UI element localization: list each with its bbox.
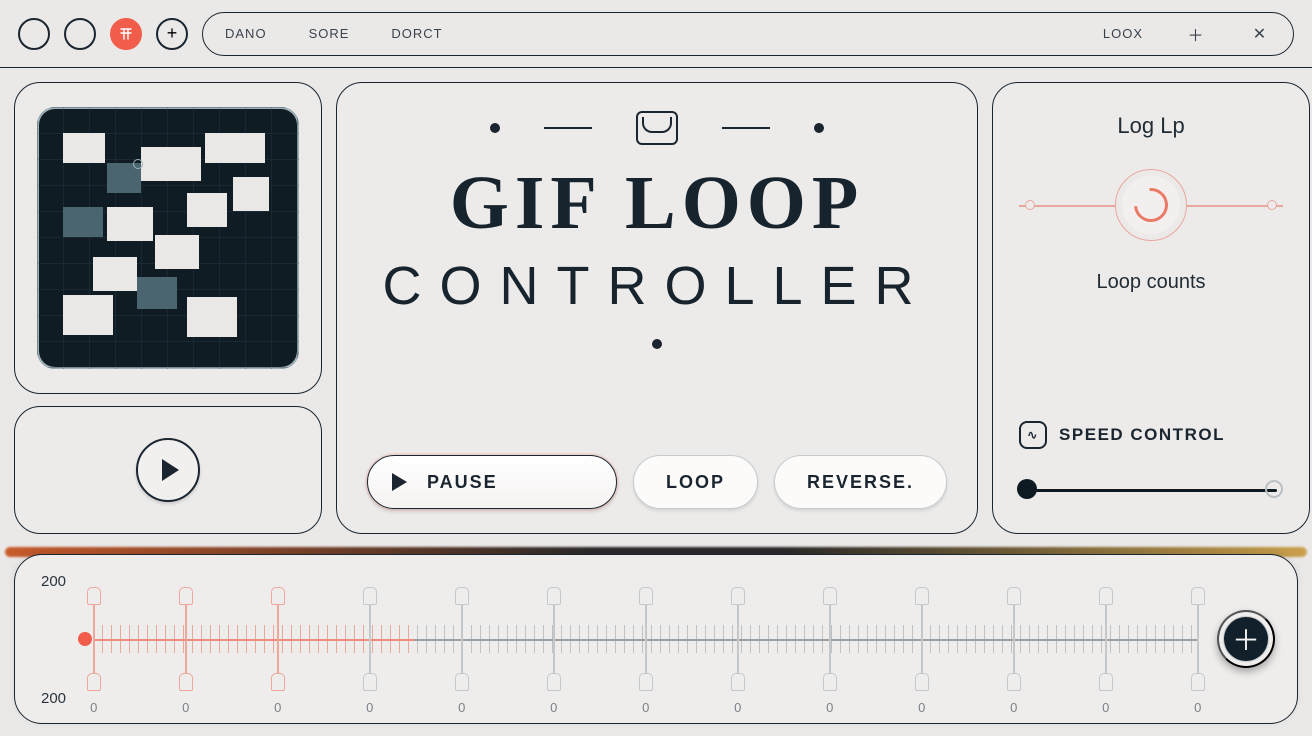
timeline-tick[interactable]: 0 [277,591,279,687]
timeline-tick-label: 0 [458,700,465,715]
app-title-line2: CONTROLLER [382,255,931,317]
menu-bar: DANO SORE DORCT LOOX ＋ ✕ [202,12,1294,56]
timeline-tick-label: 0 [918,700,925,715]
menu-right-label[interactable]: LOOX [1103,26,1143,41]
timeline-tick-label: 0 [642,700,649,715]
loop-label: LOOP [666,472,725,493]
timeline-panel: 200 200 0000000000000 ＋ [14,554,1298,724]
transport-buttons: PAUSE LOOP REVERSE. [367,455,947,509]
title-ornament [490,111,824,145]
timeline-tick-label: 0 [734,700,741,715]
pause-label: PAUSE [427,472,498,493]
timeline-tick[interactable]: 0 [1013,591,1015,687]
timeline-tick-label: 0 [366,700,373,715]
reverse-button[interactable]: REVERSE. [774,455,947,509]
speed-label: SPEED CONTROL [1059,425,1225,445]
timeline-tick[interactable]: 0 [185,591,187,687]
loop-counts-label: Loop counts [1019,271,1283,294]
timeline-tick[interactable]: 0 [1105,591,1107,687]
close-icon[interactable]: ✕ [1249,23,1271,45]
menu-item[interactable]: SORE [309,26,350,41]
preview-panel [14,82,322,394]
timeline-tick-label: 0 [182,700,189,715]
timeline-top-value: 200 [41,573,66,590]
window-control-1[interactable] [18,18,50,50]
left-column [14,82,322,534]
timeline-tick[interactable]: 0 [1197,591,1199,687]
record-glyph-icon [118,26,134,42]
envelope-icon [636,111,678,145]
timeline-add-button[interactable]: ＋ [1217,610,1275,668]
plus-icon[interactable]: ＋ [1185,23,1207,45]
timeline-tick[interactable]: 0 [461,591,463,687]
play-button[interactable] [136,438,200,502]
play-panel [14,406,322,534]
topbar: + DANO SORE DORCT LOOX ＋ ✕ [0,0,1312,68]
speed-control-header: ∿ SPEED CONTROL [1019,421,1283,449]
timeline-tick-label: 0 [1010,700,1017,715]
title-separator-dot [652,339,662,349]
timeline-tick-label: 0 [1102,700,1109,715]
timeline-major-ticks: 0000000000000 [93,591,1197,687]
play-icon [392,473,407,491]
timeline-tick[interactable]: 0 [737,591,739,687]
speed-slider[interactable] [1019,471,1283,507]
gif-preview[interactable] [37,107,299,369]
new-button[interactable]: + [156,18,188,50]
timeline-tick-label: 0 [550,700,557,715]
timeline-tick[interactable]: 0 [553,591,555,687]
main-area: GIF LOOP CONTROLLER PAUSE LOOP REVERSE. … [0,68,1312,534]
timeline-tick[interactable]: 0 [829,591,831,687]
timeline-tick[interactable]: 0 [645,591,647,687]
wave-icon: ∿ [1019,421,1047,449]
loop-button[interactable]: LOOP [633,455,758,509]
timeline-tick-label: 0 [90,700,97,715]
timeline-tick[interactable]: 0 [369,591,371,687]
record-button[interactable] [110,18,142,50]
pause-button[interactable]: PAUSE [367,455,617,509]
loop-dial[interactable] [1019,157,1283,253]
timeline-tick[interactable]: 0 [93,591,95,687]
timeline-tick[interactable]: 0 [921,591,923,687]
app-title-line1: GIF LOOP [450,165,865,243]
timeline-tick-label: 0 [1194,700,1201,715]
timeline-tick-label: 0 [826,700,833,715]
menu-item[interactable]: DORCT [391,26,442,41]
timeline-tick-label: 0 [274,700,281,715]
timeline-playhead[interactable] [78,632,92,646]
loglp-label: Log Lp [1019,113,1283,139]
controls-panel: Log Lp Loop counts ∿ SPEED CONTROL [992,82,1310,534]
window-control-2[interactable] [64,18,96,50]
timeline-bottom-value: 200 [41,690,66,707]
reverse-label: REVERSE. [807,472,914,493]
play-icon [162,459,179,481]
menu-item[interactable]: DANO [225,26,267,41]
title-panel: GIF LOOP CONTROLLER PAUSE LOOP REVERSE. [336,82,978,534]
